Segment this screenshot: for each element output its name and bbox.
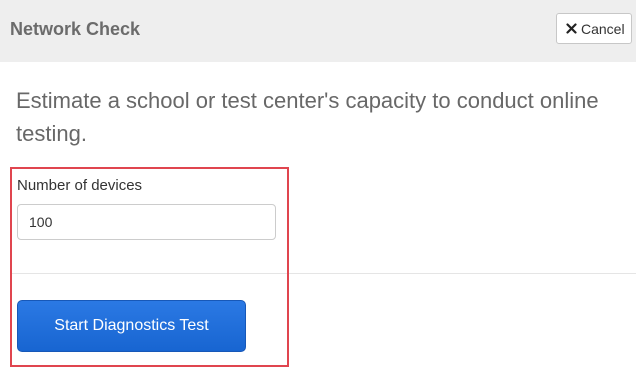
intro-text: Estimate a school or test center's capac…: [16, 88, 599, 146]
start-diagnostics-button[interactable]: Start Diagnostics Test: [17, 300, 246, 352]
cancel-button[interactable]: Cancel: [556, 13, 632, 44]
divider: [10, 273, 636, 274]
devices-label: Number of devices: [17, 177, 143, 194]
cancel-button-label: Cancel: [581, 20, 625, 37]
devices-input[interactable]: [17, 204, 276, 240]
page-title: Network Check: [10, 19, 141, 39]
header-bar: Network Check Cancel: [0, 0, 636, 62]
close-icon: [566, 23, 577, 34]
